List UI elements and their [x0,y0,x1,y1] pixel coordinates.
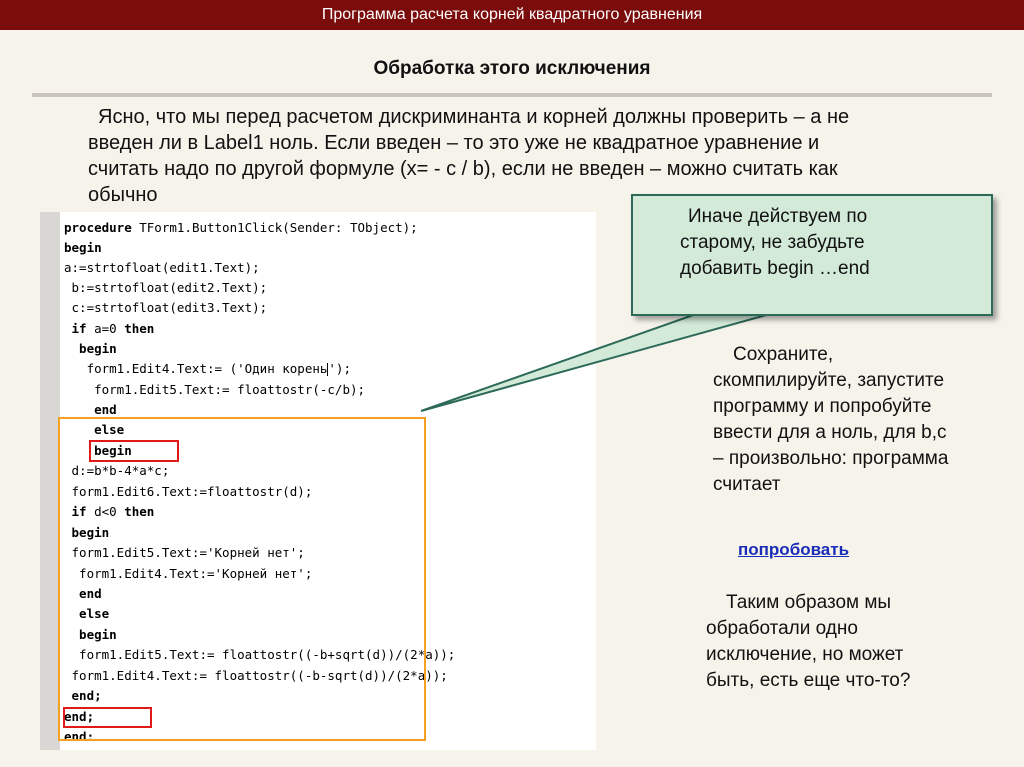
conclusion-line: обработали одно [706,618,858,639]
conclusion-text: Таким образом мы обработали одно исключе… [706,590,1006,694]
instruction-line: ввести для а ноль, для b,c [713,422,947,443]
instruction-line: Сохраните, [733,344,834,365]
callout-line: старому, не забудьте [680,232,865,253]
callout-line: Иначе действуем по [688,206,868,227]
callout-line: добавить begin …end [680,258,870,279]
instruction-line: считает [713,474,781,495]
instruction-line: программу и попробуйте [713,396,932,417]
instructions-text: Сохраните, скомпилируйте, запустите прог… [713,342,1003,498]
conclusion-line: Таким образом мы [726,592,892,613]
instruction-line: – произвольно: программа [713,448,949,469]
callout-text: Иначе действуем по старому, не забудьте … [680,204,970,282]
try-link[interactable]: попробовать [738,540,849,560]
instruction-line: скомпилируйте, запустите [713,370,945,391]
conclusion-line: исключение, но может [706,644,904,665]
conclusion-line: быть, есть еще что-то? [706,670,911,691]
slide: Программа расчета корней квадратного ура… [0,0,1024,767]
